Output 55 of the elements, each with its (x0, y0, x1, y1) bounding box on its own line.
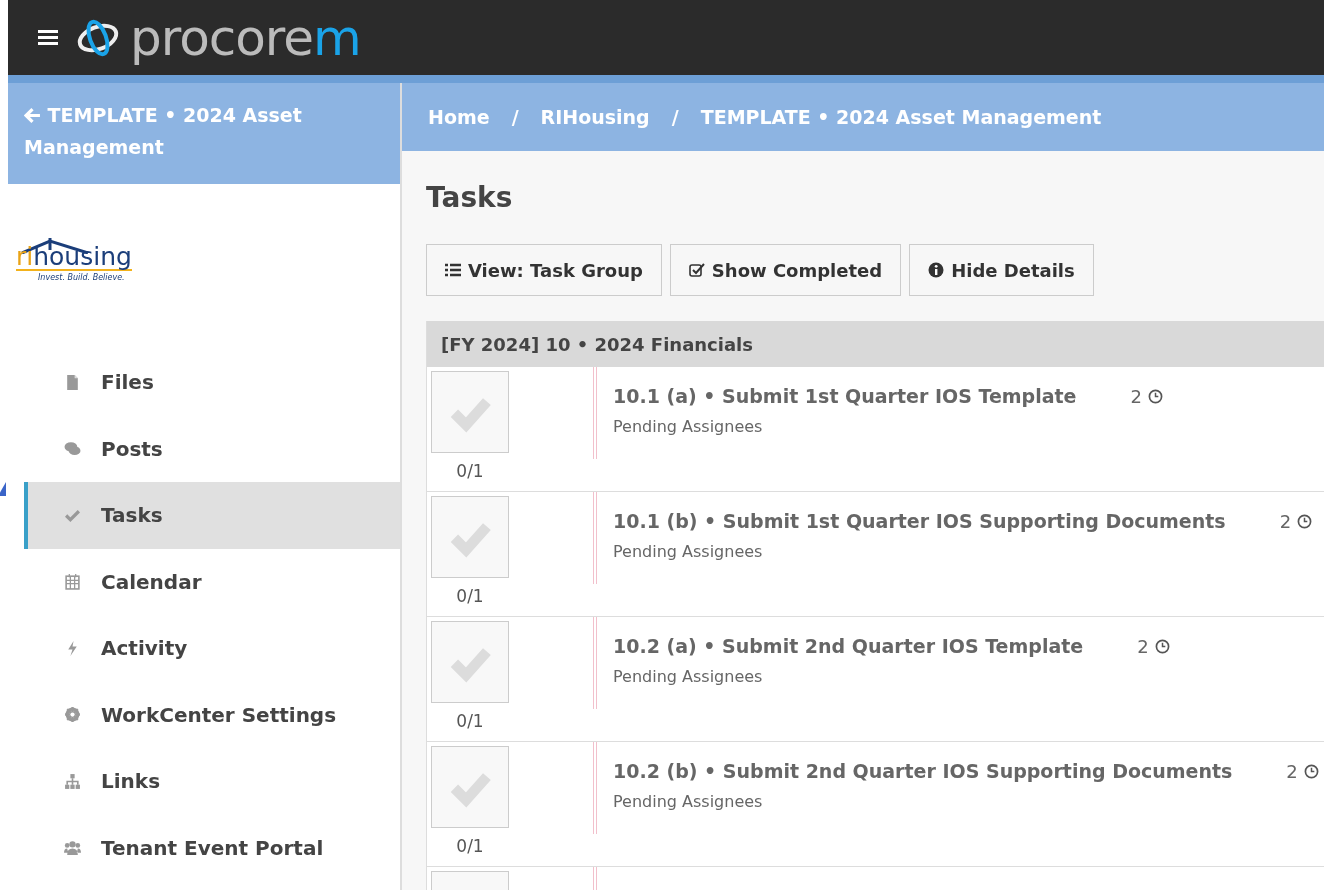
sidebar-item[interactable]: Posts (24, 415, 400, 482)
clock-icon (1147, 388, 1163, 404)
task-status: Pending Assignees (613, 542, 764, 561)
list-icon (445, 263, 461, 277)
sidebar-item[interactable]: WorkCenter Settings (24, 681, 400, 748)
task-count: 2 (1279, 510, 1292, 532)
toolbar-button[interactable]: Show Completed (669, 244, 902, 296)
toolbar-button[interactable]: View: Task Group (426, 244, 662, 296)
task-group-header[interactable]: [FY 2024] 10 • 2024 Financials (427, 321, 1324, 367)
sidebar-item[interactable]: Activity (24, 615, 400, 682)
logo-wordmark: procorem (130, 12, 361, 63)
sidebar-item[interactable]: Tenant Event Portal (24, 814, 400, 881)
breadcrumb-separator: / (671, 106, 679, 128)
task-count: 2 (1137, 635, 1149, 657)
clock-icon (1303, 763, 1319, 779)
logo-icon (76, 17, 120, 58)
hierarchy-icon (64, 772, 81, 790)
task-title[interactable]: 10.2 (b) • Submit 2nd Quarter IOS Supporting Documents (613, 760, 1233, 782)
task-count: 2 (1286, 760, 1298, 782)
task-checkbox[interactable] (431, 496, 509, 578)
task-title[interactable]: 10.1 (a) • Submit 1st Quarter IOS Template (613, 385, 1077, 407)
task-progress: 0/1 (455, 461, 485, 481)
task-progress: 0/1 (455, 586, 485, 606)
sidebar-item[interactable]: Tasks (24, 482, 400, 549)
sidebar-item[interactable]: Calendar (24, 548, 400, 615)
chat-bubbles-icon (64, 440, 81, 458)
info-icon (928, 262, 945, 278)
settings-icon (64, 706, 81, 724)
breadcrumb-separator: / (511, 106, 519, 128)
task-title[interactable]: 10.1 (b) • Submit 1st Quarter IOS Supporting Documents (613, 510, 1226, 532)
task-status: Pending Assignees (613, 417, 764, 436)
brand-logo-text: rihousing (16, 244, 132, 271)
people-icon (64, 839, 81, 857)
task-progress: 0/1 (455, 836, 485, 856)
task-checkbox[interactable] (431, 621, 509, 703)
pointer-arrow-icon (0, 482, 6, 496)
back-arrow-icon (24, 107, 41, 124)
toolbar-button[interactable]: Hide Details (909, 244, 1094, 296)
calendar-icon (64, 573, 81, 591)
task-checkbox[interactable] (431, 371, 509, 453)
file-icon (64, 373, 81, 391)
brand-tagline: Invest. Build. Believe. (38, 273, 125, 282)
task-checkbox[interactable] (431, 746, 509, 828)
menu-icon[interactable] (38, 30, 58, 45)
task-progress: 0/1 (455, 711, 485, 731)
page-title: Tasks (426, 181, 514, 214)
clock-icon (1297, 513, 1313, 529)
task-status: Pending Assignees (613, 792, 764, 811)
task-status: Pending Assignees (613, 667, 764, 686)
sidebar-item[interactable]: Files (24, 349, 400, 416)
task-count: 2 (1130, 385, 1142, 407)
task-title[interactable]: 10.2 (a) • Submit 2nd Quarter IOS Template (613, 635, 1084, 657)
clock-icon (1154, 638, 1170, 654)
sidebar-item[interactable]: Links (24, 748, 400, 815)
checkbox-icon (688, 262, 705, 278)
